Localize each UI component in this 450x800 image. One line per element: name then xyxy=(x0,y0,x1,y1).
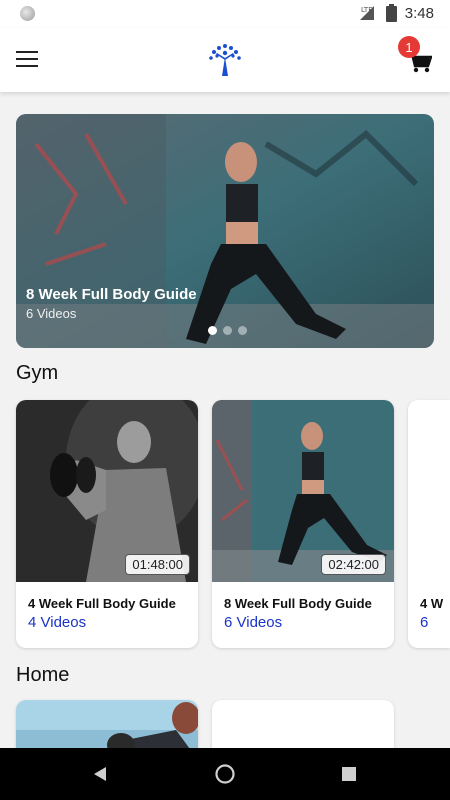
notification-dot-icon xyxy=(20,6,35,21)
menu-icon[interactable] xyxy=(14,46,40,72)
battery-icon xyxy=(385,4,397,22)
card-video-count: 6 Videos xyxy=(224,614,283,631)
featured-banner[interactable]: 8 Week Full Body Guide 6 Videos xyxy=(16,114,434,348)
tree-logo-icon xyxy=(209,44,241,76)
system-nav-bar xyxy=(0,748,450,800)
home-icon[interactable] xyxy=(214,763,236,785)
banner-subtitle: 6 Videos xyxy=(26,306,77,321)
section-title-home: Home xyxy=(16,664,70,686)
pager-dot[interactable] xyxy=(223,326,232,335)
video-duration: 02:42:00 xyxy=(321,554,386,575)
app-bar: 1 xyxy=(0,28,450,92)
card-video-count: 6 xyxy=(420,614,429,631)
status-icons: LTE 3:48 xyxy=(358,4,434,22)
card-title: 4 W xyxy=(420,596,444,611)
video-duration: 01:48:00 xyxy=(125,554,190,575)
card-video-count: 4 Videos xyxy=(28,614,87,631)
banner-image xyxy=(16,114,434,348)
cart-count-badge: 1 xyxy=(398,36,420,58)
banner-pager xyxy=(208,326,247,335)
signal-lte-icon: LTE xyxy=(359,6,374,20)
program-card[interactable]: 4 W 6 xyxy=(408,400,450,648)
pager-dot[interactable] xyxy=(238,326,247,335)
program-card[interactable]: 02:42:00 8 Week Full Body Guide 6 Videos xyxy=(212,400,394,648)
banner-title: 8 Week Full Body Guide xyxy=(26,286,197,303)
svg-text:LTE: LTE xyxy=(361,6,373,14)
recents-icon[interactable] xyxy=(342,767,356,781)
pager-dot[interactable] xyxy=(208,326,217,335)
status-bar: LTE 3:48 xyxy=(0,0,450,28)
card-title: 4 Week Full Body Guide xyxy=(28,596,176,611)
section-title-gym: Gym xyxy=(16,362,59,384)
card-title: 8 Week Full Body Guide xyxy=(224,596,372,611)
program-card[interactable]: 01:48:00 4 Week Full Body Guide 4 Videos xyxy=(16,400,198,648)
cart-button[interactable]: 1 xyxy=(398,36,436,78)
status-time: 3:48 xyxy=(404,4,434,22)
back-icon[interactable] xyxy=(92,766,108,782)
